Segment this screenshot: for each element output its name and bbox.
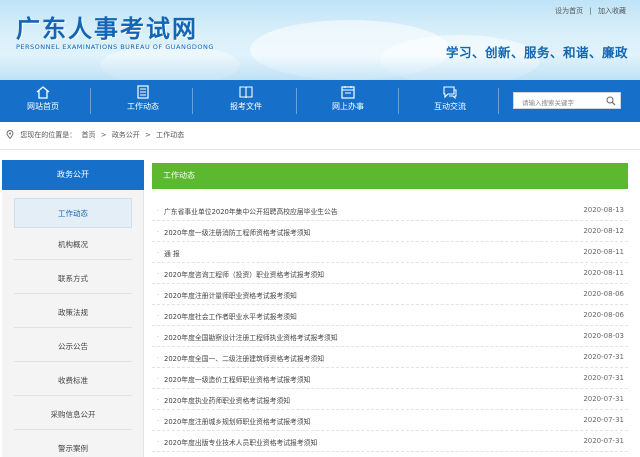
list-item[interactable]: · 2020年度一级注册消防工程师资格考试报考须知 2020-08-12 [152, 221, 628, 242]
breadcrumb-separator: > [100, 131, 107, 139]
list-item[interactable]: · 2020年度注册计量师职业资格考试报考须知 2020-08-06 [152, 284, 628, 305]
list-item-title[interactable]: 2020年度注册城乡规划师职业资格考试报考须知 [164, 416, 310, 426]
home-icon [36, 86, 50, 99]
list-item[interactable]: · 2020年度全国一、二级注册建筑师资格考试报考须知 2020-07-31 [152, 347, 628, 368]
bullet-icon: · [157, 397, 159, 404]
list-item[interactable]: · 2020年度出版专业技术人员职业资格考试报考须知 2020-07-31 [152, 431, 628, 452]
slogan: 学习、创新、服务、和谐、廉政 [445, 45, 628, 60]
document-list-icon [137, 85, 149, 99]
calendar-icon [341, 86, 355, 99]
list-item-date: 2020-08-13 [583, 206, 624, 214]
sidebar-item-contact[interactable]: 联系方式 [14, 264, 132, 294]
list-item-date: 2020-08-06 [583, 290, 624, 298]
top-links-divider: | [589, 7, 592, 15]
book-icon [239, 86, 253, 99]
list-item-date: 2020-08-03 [583, 332, 624, 340]
top-links: 设为首页 | 加入收藏 [551, 6, 626, 16]
list-item[interactable]: · 通 报 2020-08-11 [152, 242, 628, 263]
list-item-date: 2020-08-11 [583, 248, 624, 256]
bullet-icon: · [157, 313, 159, 320]
nav-item-label: 网站首页 [27, 102, 59, 111]
list-item[interactable]: · 2020年度执业药师职业资格考试报考须知 2020-07-31 [152, 389, 628, 410]
nav-divider [498, 88, 499, 114]
list-item-title[interactable]: 广东省事业单位2020年集中公开招聘高校应届毕业生公告 [164, 206, 338, 216]
bullet-icon: · [157, 439, 159, 446]
sidebar-item-org-overview[interactable]: 机构概况 [14, 230, 132, 260]
nav-item-label: 互动交流 [434, 102, 466, 111]
list-item-date: 2020-07-31 [583, 437, 624, 445]
nav-item-label: 报考文件 [230, 102, 262, 111]
bullet-icon: · [157, 292, 159, 299]
search-input[interactable]: 请输入搜索关键字 [513, 92, 621, 109]
list-item-date: 2020-08-11 [583, 269, 624, 277]
list-item-title[interactable]: 通 报 [164, 248, 180, 258]
sidebar-item-work-news[interactable]: 工作动态 [14, 198, 132, 228]
bullet-icon: · [157, 208, 159, 215]
divider [0, 149, 640, 150]
list-item-title[interactable]: 2020年度社会工作者职业水平考试报考须知 [164, 311, 297, 321]
bullet-icon: · [157, 418, 159, 425]
nav-item-home[interactable]: 网站首页 [3, 80, 83, 122]
breadcrumb-gov-affairs[interactable]: 政务公开 [112, 131, 140, 139]
list-item-title[interactable]: 2020年度咨询工程师（投资）职业资格考试报考须知 [164, 269, 324, 279]
nav-divider [398, 88, 399, 114]
list-item[interactable]: · 2020年度咨询工程师（投资）职业资格考试报考须知 2020-08-11 [152, 263, 628, 284]
set-homepage-link[interactable]: 设为首页 [555, 7, 583, 15]
nav-divider [90, 88, 91, 114]
list-item-date: 2020-07-31 [583, 416, 624, 424]
sidebar-item-notices[interactable]: 公示公告 [14, 332, 132, 362]
site-header: 广东人事考试网 PERSONNEL EXAMINATIONS BUREAU OF… [0, 0, 640, 80]
bullet-icon: · [157, 376, 159, 383]
breadcrumb-home[interactable]: 首页 [81, 131, 95, 139]
search-placeholder: 请输入搜索关键字 [522, 99, 574, 107]
list-item-title[interactable]: 2020年度全国勘察设计注册工程师执业资格考试报考须知 [164, 332, 338, 342]
location-pin-icon [6, 130, 14, 139]
nav-divider [296, 88, 297, 114]
list-item-title[interactable]: 2020年度一级造价工程师职业资格考试报考须知 [164, 374, 310, 384]
nav-item-exam-files[interactable]: 报考文件 [206, 80, 286, 122]
nav-item-work-news[interactable]: 工作动态 [103, 80, 183, 122]
sidebar-item-fees[interactable]: 收费标准 [14, 366, 132, 396]
list-item[interactable]: · 广东省事业单位2020年集中公开招聘高校应届毕业生公告 2020-08-13 [152, 200, 628, 221]
list-item-date: 2020-07-31 [583, 395, 624, 403]
list-item-date: 2020-07-31 [583, 353, 624, 361]
bullet-icon: · [157, 229, 159, 236]
list-item-date: 2020-08-06 [583, 311, 624, 319]
bullet-icon: · [157, 334, 159, 341]
sidebar: 政务公开 工作动态 机构概况 联系方式 政策法规 公示公告 收费标准 采购信息公… [2, 160, 144, 457]
add-favorite-link[interactable]: 加入收藏 [598, 7, 626, 15]
sidebar-item-policies[interactable]: 政策法规 [14, 298, 132, 328]
list-item[interactable]: · 2020年度一级造价工程师职业资格考试报考须知 2020-07-31 [152, 368, 628, 389]
content-heading: 工作动态 [152, 163, 628, 189]
nav-item-label: 网上办事 [332, 102, 364, 111]
nav-item-label: 工作动态 [127, 102, 159, 111]
sidebar-heading: 政务公开 [2, 160, 144, 190]
list-item-title[interactable]: 2020年度一级注册消防工程师资格考试报考须知 [164, 227, 310, 237]
sidebar-item-warning-cases[interactable]: 警示案例 [14, 434, 132, 457]
breadcrumb-prefix: 您现在的位置是： [20, 131, 77, 139]
list-item-title[interactable]: 2020年度出版专业技术人员职业资格考试报考须知 [164, 437, 317, 447]
list-item[interactable]: · 2020年度全国勘察设计注册工程师执业资格考试报考须知 2020-08-03 [152, 326, 628, 347]
site-logo-title[interactable]: 广东人事考试网 [16, 9, 198, 44]
search-icon[interactable] [606, 96, 616, 106]
breadcrumb-separator: > [145, 131, 151, 139]
list-item-date: 2020-07-31 [583, 374, 624, 382]
nav-item-interaction[interactable]: 互动交流 [410, 80, 490, 122]
list-item-date: 2020-08-12 [583, 227, 624, 235]
breadcrumb: 您现在的位置是： 首页 > 政务公开 > 工作动态 [6, 130, 187, 140]
chat-icon [443, 86, 457, 99]
list-item-title[interactable]: 2020年度注册计量师职业资格考试报考须知 [164, 290, 297, 300]
nav-divider [192, 88, 193, 114]
breadcrumb-current[interactable]: 工作动态 [156, 131, 184, 139]
bullet-icon: · [157, 250, 159, 257]
nav-item-online-services[interactable]: 网上办事 [308, 80, 388, 122]
list-item[interactable]: · 2020年度社会工作者职业水平考试报考须知 2020-08-06 [152, 305, 628, 326]
list-item[interactable]: · 2020年度注册城乡规划师职业资格考试报考须知 2020-07-31 [152, 410, 628, 431]
list-item-title[interactable]: 2020年度执业药师职业资格考试报考须知 [164, 395, 290, 405]
bullet-icon: · [157, 355, 159, 362]
sidebar-item-procurement[interactable]: 采购信息公开 [14, 400, 132, 430]
list-item-title[interactable]: 2020年度全国一、二级注册建筑师资格考试报考须知 [164, 353, 324, 363]
site-logo-subtitle: PERSONNEL EXAMINATIONS BUREAU OF GUANGDO… [16, 43, 214, 51]
bullet-icon: · [157, 271, 159, 278]
